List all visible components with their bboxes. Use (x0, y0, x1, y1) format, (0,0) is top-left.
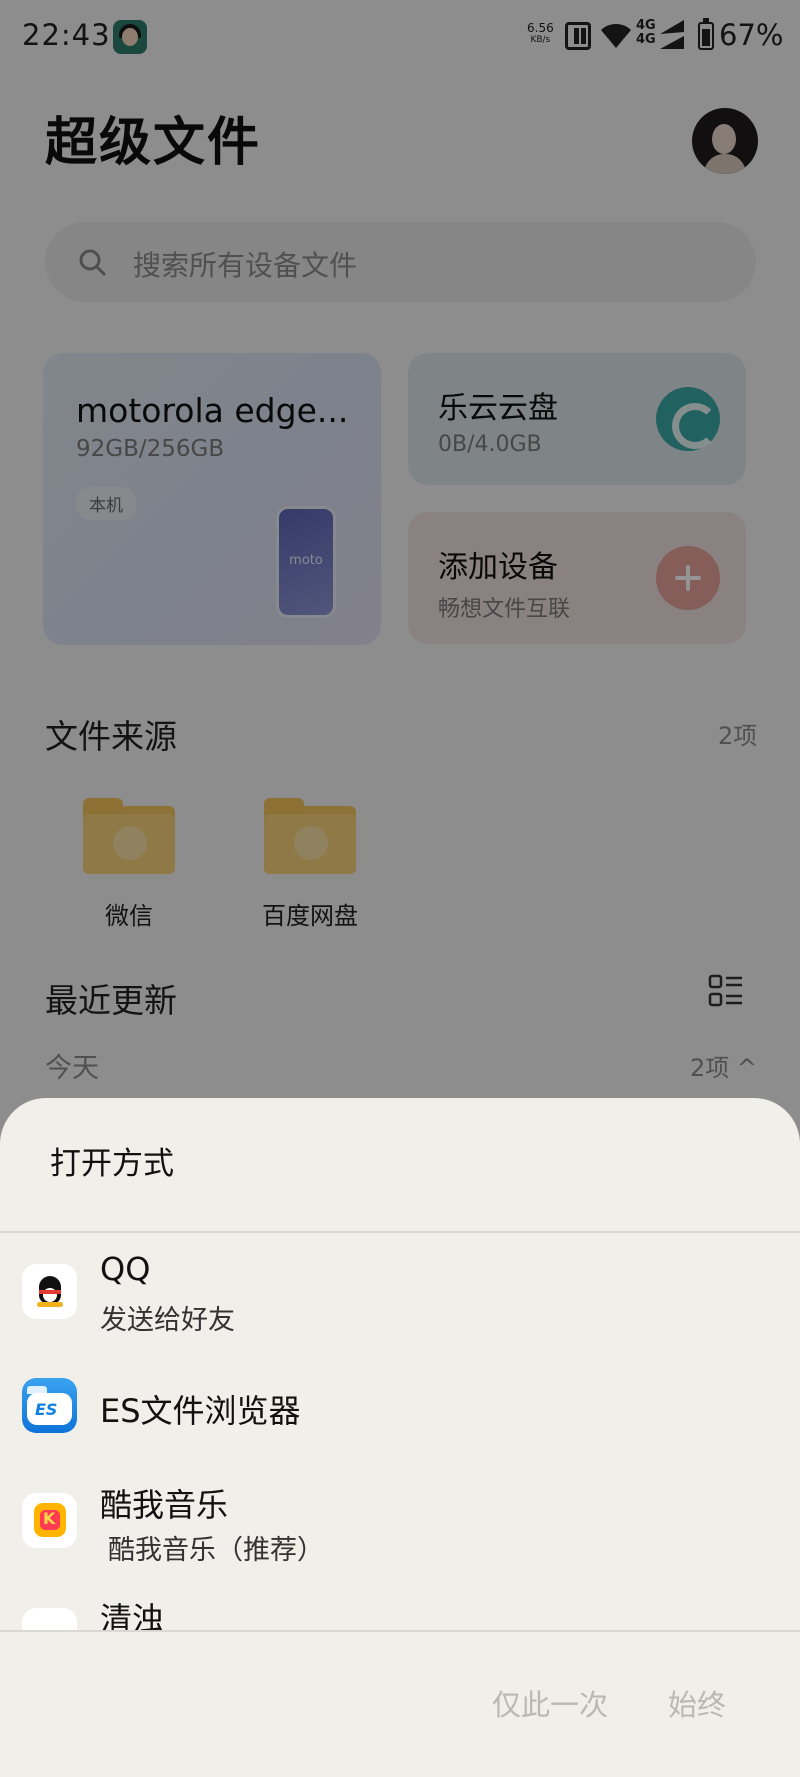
sheet-divider (0, 1231, 800, 1233)
es-file-explorer-icon: ES (22, 1378, 77, 1433)
app-subtitle: 酷我音乐（推荐） (108, 1535, 324, 1566)
always-button[interactable]: 始终 (668, 1682, 726, 1724)
open-with-sheet: 打开方式 QQ 发送给好友 ES ES文件浏览器 K 酷我音乐 酷我音乐（推荐）… (0, 1098, 800, 1777)
app-subtitle: 发送给好友 (100, 1305, 235, 1336)
app-name: ES文件浏览器 (100, 1392, 301, 1430)
sheet-footer: 仅此一次 始终 (0, 1632, 800, 1777)
just-once-button[interactable]: 仅此一次 (492, 1682, 608, 1724)
sheet-title: 打开方式 (50, 1146, 174, 1182)
kuwo-music-icon: K (22, 1493, 77, 1548)
app-name: 酷我音乐 (100, 1486, 229, 1524)
app-name: QQ (100, 1250, 151, 1288)
qq-icon (22, 1264, 77, 1319)
